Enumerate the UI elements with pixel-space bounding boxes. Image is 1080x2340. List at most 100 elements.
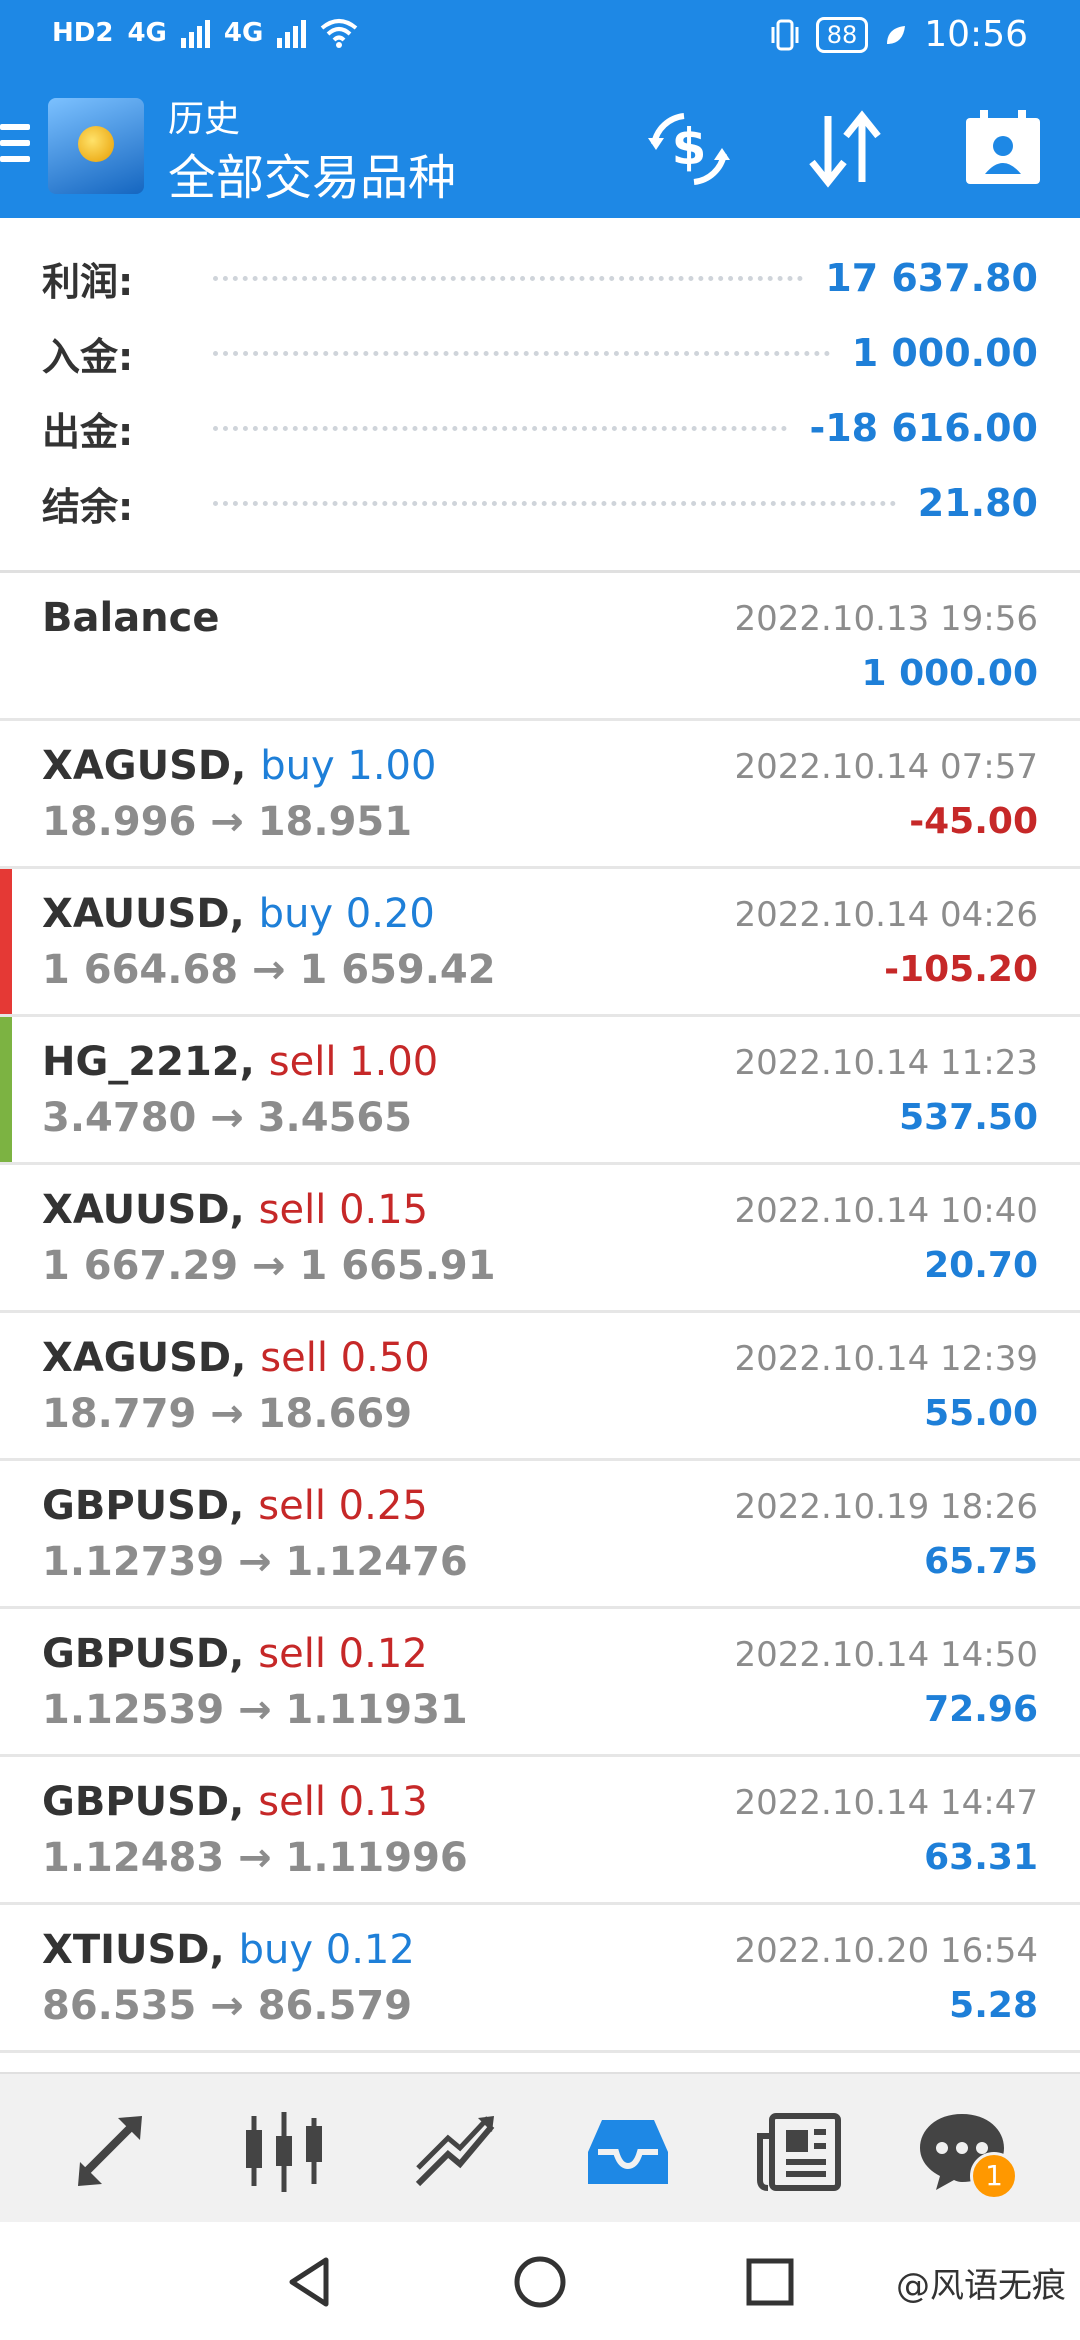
status-right: 88 10:56 (770, 14, 1028, 55)
menu-icon[interactable] (0, 124, 30, 168)
quotes-arrows-icon (78, 2116, 142, 2186)
clock: 10:56 (924, 14, 1028, 55)
summary-label: 结余: (42, 484, 134, 529)
deal-prices: 18.996 → 18.951 (42, 799, 413, 845)
notification-badge: 1 (970, 2152, 1018, 2200)
deal-profit: 55.00 (924, 1393, 1038, 1434)
deal-profit: -45.00 (909, 801, 1038, 842)
deal-prices: 1 664.68 → 1 659.42 (42, 947, 496, 993)
deal-side: sell 0.25 (258, 1483, 428, 1529)
deal-side: sell 0.12 (258, 1631, 428, 1677)
deal-prices: 3.4780 → 3.4565 (42, 1095, 413, 1141)
deal-symbol: XAGUSD, (42, 743, 247, 789)
calendar-button[interactable] (958, 104, 1048, 194)
deal-title: XAGUSD, sell 0.50 (42, 1335, 430, 1381)
deal-title: XTIUSD, buy 0.12 (42, 1927, 415, 1973)
deal-profit: 20.70 (924, 1245, 1038, 1286)
deal-row[interactable]: XTIUSD, buy 0.12 86.535 → 86.579 2022.10… (0, 1905, 1080, 2053)
deal-title: XAUUSD, buy 0.20 (42, 891, 435, 937)
back-triangle-icon (289, 2257, 329, 2307)
app-logo (48, 98, 144, 194)
balance-label: Balance (42, 595, 220, 641)
deal-row[interactable]: XAUUSD, buy 0.20 1 664.68 → 1 659.42 202… (0, 869, 1080, 1017)
deal-row[interactable]: GBPUSD, sell 0.12 1.12539 → 1.11931 2022… (0, 1609, 1080, 1757)
deal-profit: 63.31 (924, 1837, 1038, 1878)
deal-title: GBPUSD, sell 0.13 (42, 1779, 428, 1825)
nav-chat[interactable]: 1 (914, 2106, 1018, 2200)
deal-symbol: GBPUSD, (42, 1779, 245, 1825)
currency-exchange-button[interactable]: $ (644, 104, 734, 194)
deal-status-bar (0, 1017, 12, 1162)
dotted-leader (213, 350, 830, 356)
status-bar: HD2 4G 4G 88 10:56 (0, 0, 1080, 75)
nav-news[interactable] (752, 2106, 848, 2196)
deal-row[interactable]: GBPUSD, sell 0.13 1.12483 → 1.11996 2022… (0, 1757, 1080, 1905)
sort-button[interactable] (800, 104, 890, 194)
inbox-tray-icon (588, 2120, 668, 2184)
deal-side: buy 0.20 (258, 891, 435, 937)
deal-prices: 1.12483 → 1.11996 (42, 1835, 468, 1881)
dotted-leader (213, 275, 804, 281)
nav-chart[interactable] (236, 2106, 332, 2196)
summary-panel: 利润: 17 637.80 入金: 1 000.00 出金: -18 616.0… (0, 218, 1080, 573)
deal-row[interactable]: XAUUSD, sell 0.15 1 667.29 → 1 665.91 20… (0, 1165, 1080, 1313)
dotted-leader (213, 500, 896, 506)
back-button[interactable] (280, 2252, 340, 2312)
deal-time: 2022.10.13 19:56 (734, 599, 1038, 639)
nav-history[interactable] (580, 2106, 676, 2196)
summary-value: 21.80 (917, 481, 1038, 525)
summary-label: 入金: (42, 334, 134, 379)
summary-row-profit: 利润: 17 637.80 (42, 248, 1038, 308)
signal-icon-2 (277, 18, 307, 48)
candlestick-icon (246, 2112, 322, 2192)
battery-icon: 88 (815, 16, 869, 53)
deal-prices: 1 667.29 → 1 665.91 (42, 1243, 496, 1289)
summary-value: 17 637.80 (825, 256, 1038, 300)
nav-quotes[interactable] (62, 2106, 158, 2196)
home-button[interactable] (510, 2252, 570, 2312)
recents-button[interactable] (740, 2252, 800, 2312)
deal-time: 2022.10.14 12:39 (734, 1339, 1038, 1379)
deal-row[interactable]: XAGUSD, buy 1.00 18.996 → 18.951 2022.10… (0, 721, 1080, 869)
balance-row[interactable]: Balance 2022.10.13 19:56 1 000.00 (0, 573, 1080, 721)
deal-prices: 18.779 → 18.669 (42, 1391, 413, 1437)
deal-row[interactable]: GBPUSD, sell 0.25 1.12739 → 1.12476 2022… (0, 1461, 1080, 1609)
deal-side: sell 0.13 (258, 1779, 428, 1825)
toolbar: 历史 全部交易品种 $ (0, 80, 1080, 218)
recents-square-icon (746, 2258, 794, 2306)
newspaper-icon (757, 2113, 841, 2191)
deal-prices: 86.535 → 86.579 (42, 1983, 413, 2029)
svg-text:$: $ (672, 118, 707, 176)
deal-time: 2022.10.14 07:57 (734, 747, 1038, 787)
leaf-icon (887, 25, 906, 44)
status-left: HD2 4G 4G (52, 18, 358, 48)
deal-side: sell 0.15 (258, 1187, 429, 1233)
deal-time: 2022.10.14 14:50 (734, 1635, 1038, 1675)
deal-time: 2022.10.14 04:26 (734, 895, 1038, 935)
deal-symbol: XAUUSD, (42, 1187, 245, 1233)
deal-title: GBPUSD, sell 0.25 (42, 1483, 428, 1529)
summary-value: -18 616.00 (809, 406, 1038, 450)
deal-profit: 65.75 (924, 1541, 1038, 1582)
sort-icon (809, 110, 881, 188)
network-label-2: 4G (223, 18, 264, 48)
network-label-1: 4G (127, 18, 167, 48)
deal-title: HG_2212, sell 1.00 (42, 1039, 438, 1085)
deal-title: XAUUSD, sell 0.15 (42, 1187, 428, 1233)
deal-time: 2022.10.14 11:23 (734, 1043, 1038, 1083)
deal-title: GBPUSD, sell 0.12 (42, 1631, 428, 1677)
nav-trade[interactable] (408, 2106, 504, 2196)
vibrate-icon (771, 19, 799, 50)
currency-exchange-icon: $ (648, 113, 730, 185)
screen-title[interactable]: 全部交易品种 (168, 138, 456, 208)
summary-row-balance: 结余: 21.80 (42, 473, 1038, 533)
deal-row[interactable]: XAGUSD, sell 0.50 18.779 → 18.669 2022.1… (0, 1313, 1080, 1461)
deal-side: buy 0.12 (238, 1927, 415, 1973)
deal-row[interactable]: HG_2212, sell 1.00 3.4780 → 3.4565 2022.… (0, 1017, 1080, 1165)
deal-side: sell 1.00 (268, 1039, 439, 1085)
deal-side: buy 1.00 (260, 743, 437, 789)
deal-symbol: XTIUSD, (42, 1927, 225, 1973)
deal-profit: 72.96 (924, 1689, 1038, 1730)
deal-time: 2022.10.14 10:40 (734, 1191, 1038, 1231)
deal-symbol: XAGUSD, (42, 1335, 247, 1381)
